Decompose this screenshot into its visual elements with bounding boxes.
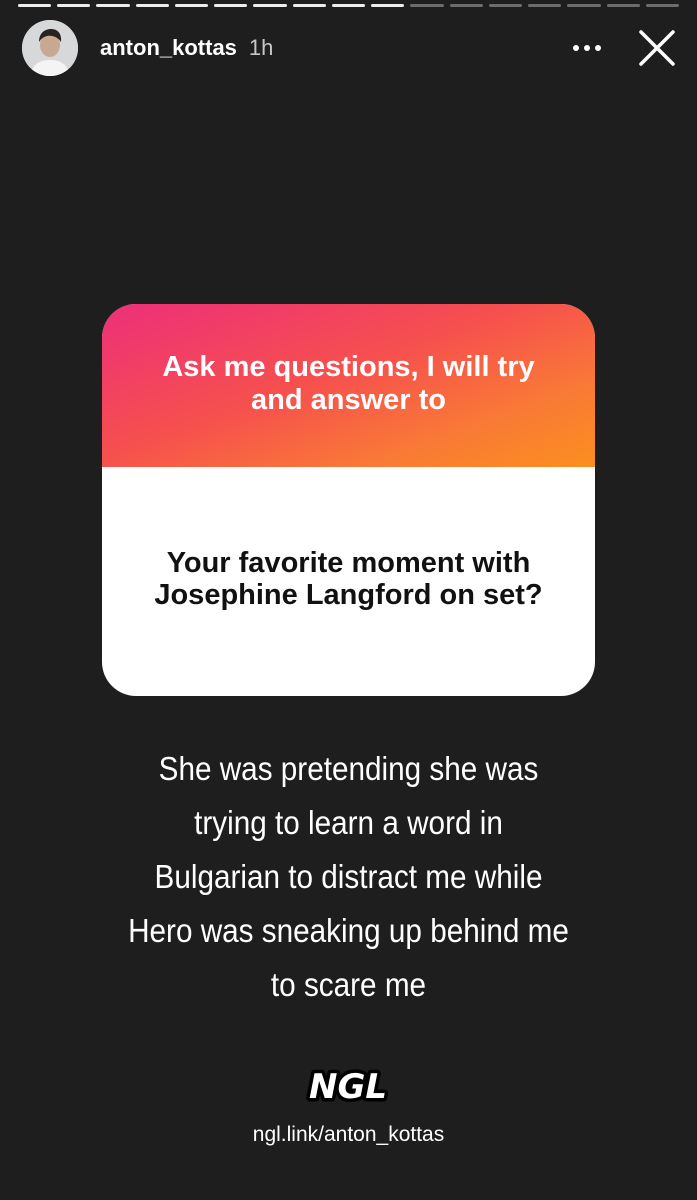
answer-line: She was pretending she was [158,750,539,787]
progress-segment [135,4,169,7]
question-card-header: Ask me questions, I will try and answer … [102,304,595,467]
progress-segment [57,4,91,7]
ngl-link[interactable]: ngl.link/anton_kottas [0,1123,697,1147]
question-prompt: Ask me questions, I will try and answer … [162,350,535,416]
question-card[interactable]: Ask me questions, I will try and answer … [102,304,595,696]
ngl-logo[interactable]: NGL [298,1060,398,1112]
username[interactable]: anton_kottas [100,35,237,61]
answer-line: to scare me [270,966,427,1003]
progress-segment [214,4,248,7]
answer-line: trying to learn a word in [194,804,503,841]
progress-segment [96,4,130,7]
question-card-body: Your favorite moment with Josephine Lang… [102,467,595,696]
progress-segment [371,4,405,7]
post-time: 1h [248,35,274,60]
progress-segment [645,4,679,7]
question-text: Your favorite moment with Josephine Lang… [154,546,543,611]
progress-segment [410,4,444,7]
progress-segment [488,4,523,7]
progress-segment [174,4,209,7]
story-progress-bar [18,4,679,7]
close-icon[interactable] [635,26,679,70]
answer-line: Bulgarian to distract me while [154,858,543,895]
progress-segment [292,4,326,7]
progress-segment [567,4,601,7]
progress-segment [253,4,287,7]
avatar[interactable] [22,20,78,76]
ngl-logo-text: NGL [309,1067,387,1107]
answer-text: She was pretending she was trying to lea… [89,742,608,1012]
avatar-photo [22,20,78,76]
answer-line: Hero was sneaking up behind me [128,912,569,949]
progress-segment [331,4,366,7]
progress-segment [606,4,640,7]
progress-segment [528,4,562,7]
more-horizontal-icon[interactable] [567,33,607,63]
progress-segment [18,4,52,7]
progress-segment [449,4,483,7]
story-header: anton_kottas 1h [22,18,679,78]
